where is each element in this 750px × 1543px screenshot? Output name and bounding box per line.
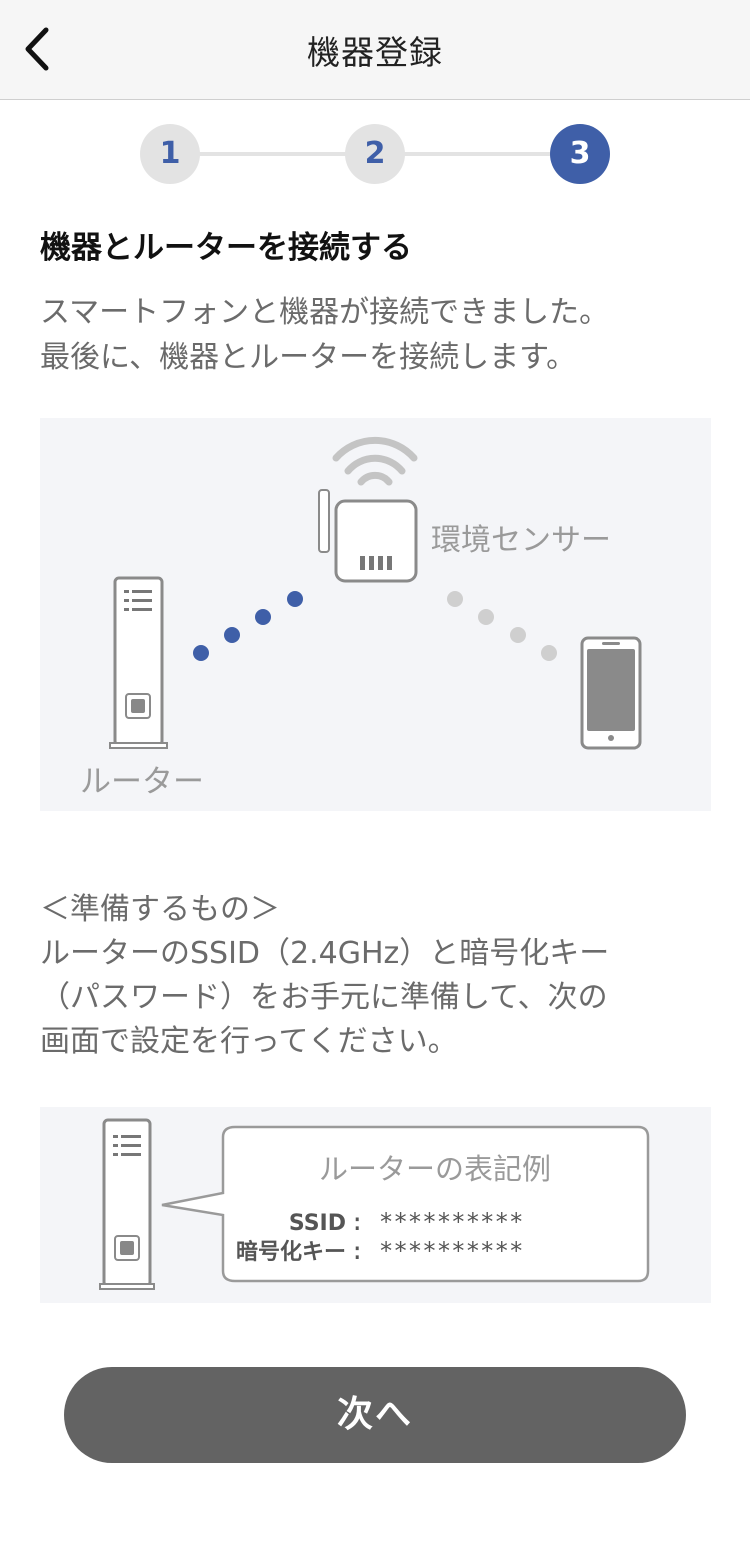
router-connection-dots: [193, 591, 303, 661]
section-title: 機器とルーターを接続する: [40, 230, 412, 266]
router-label-diagram: ルーターの表記例 SSID : ********** 暗号化キー : *****…: [99, 1118, 650, 1290]
ssid-value: : **********: [350, 1208, 523, 1236]
preparation-line: 画面で設定を行ってください。: [40, 1024, 458, 1059]
key-label: 暗号化キー: [236, 1239, 346, 1265]
step-2: 2: [345, 124, 405, 184]
phone-connection-dots: [447, 591, 557, 661]
description-line: 最後に、機器とルーターを接続します。: [40, 340, 577, 375]
page-title: 機器登録: [307, 33, 443, 72]
preparation-line: （パスワード）をお手元に準備して、次の: [40, 980, 608, 1015]
preparation-line: ルーターのSSID（2.4GHz）と暗号化キー: [40, 936, 610, 971]
next-button[interactable]: 次へ: [64, 1367, 686, 1463]
router-icon: [109, 576, 168, 749]
step-connector: [198, 152, 348, 156]
bubble-title: ルーターの表記例: [319, 1152, 551, 1186]
sensor-device-icon: [318, 489, 418, 583]
step-3-current: 3: [550, 124, 610, 184]
router-label-example: ルーターの表記例 SSID : ********** 暗号化キー : *****…: [40, 1107, 711, 1303]
preparation-text: ＜準備するもの＞ ルーターのSSID（2.4GHz）と暗号化キー （パスワード）…: [40, 888, 720, 1064]
ssid-label: SSID: [289, 1211, 346, 1236]
description-line: スマートフォンと機器が接続できました。: [40, 295, 610, 330]
description: スマートフォンと機器が接続できました。 最後に、機器とルーターを接続します。: [40, 290, 720, 380]
step-1: 1: [140, 124, 200, 184]
sensor-label: 環境センサー: [431, 523, 611, 558]
connection-diagram: 環境センサー ルーター: [80, 436, 642, 800]
router-label: ルーター: [80, 764, 204, 800]
connection-illustration: 環境センサー ルーター: [40, 418, 711, 811]
key-value: : **********: [350, 1237, 523, 1265]
preparation-heading: ＜準備するもの＞: [40, 892, 280, 927]
header-bar: 機器登録: [0, 0, 750, 100]
wifi-icon: [332, 436, 418, 486]
smartphone-icon: [580, 636, 642, 750]
progress-stepper: 1 2 3: [140, 124, 610, 184]
step-connector: [402, 152, 552, 156]
router-icon: [99, 1118, 155, 1290]
